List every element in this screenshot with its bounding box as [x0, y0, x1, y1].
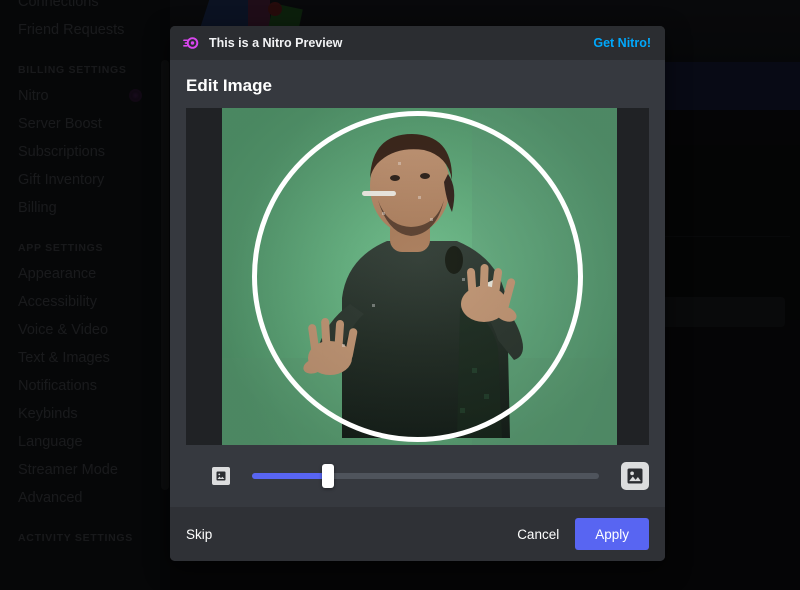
nitro-banner-text: This is a Nitro Preview — [209, 36, 343, 50]
edit-image-modal: This is a Nitro Preview Get Nitro! Edit … — [170, 26, 665, 561]
image-large-icon[interactable] — [621, 462, 649, 490]
skip-button[interactable]: Skip — [186, 527, 212, 542]
modal-footer: Skip Cancel Apply — [170, 507, 665, 561]
nitro-icon — [183, 37, 199, 49]
image-small-icon[interactable] — [212, 467, 230, 485]
nitro-preview-banner: This is a Nitro Preview Get Nitro! — [170, 26, 665, 60]
zoom-slider[interactable] — [252, 464, 599, 488]
source-image[interactable] — [222, 108, 617, 445]
zoom-slider-row — [170, 445, 665, 507]
discord-settings-window: ❄ on DevicesConnectionsFriend RequestsBI… — [0, 0, 800, 590]
get-nitro-link[interactable]: Get Nitro! — [593, 36, 651, 50]
apply-button[interactable]: Apply — [575, 518, 649, 550]
modal-title: Edit Image — [170, 60, 665, 108]
image-crop-area[interactable] — [186, 108, 649, 445]
cancel-button[interactable]: Cancel — [501, 527, 575, 542]
image-vignette — [222, 108, 617, 445]
slider-thumb[interactable] — [322, 464, 335, 488]
slider-fill — [252, 473, 329, 479]
